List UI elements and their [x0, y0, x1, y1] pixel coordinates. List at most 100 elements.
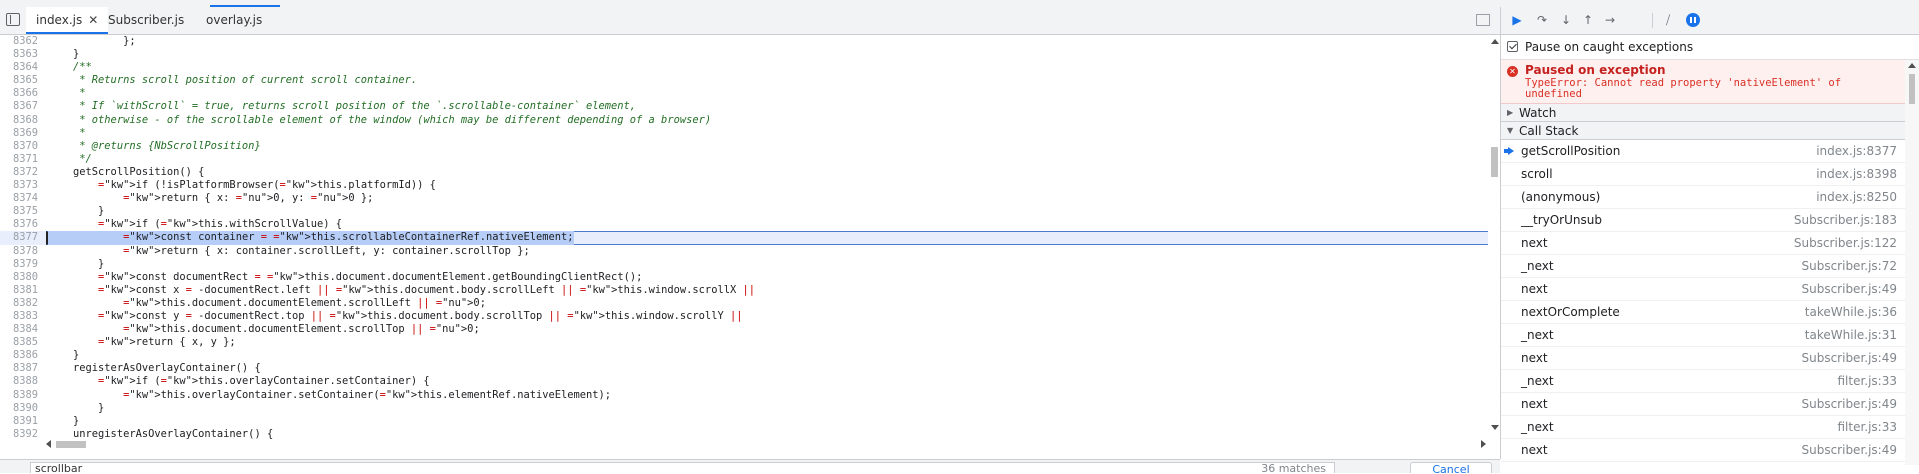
line-number[interactable]: 8373 [0, 179, 38, 192]
step-into-icon[interactable]: ↓ [1558, 12, 1574, 28]
code-line[interactable]: 8373 ="kw">if (!isPlatformBrowser(="kw">… [0, 179, 1488, 192]
code-line[interactable]: 8388 ="kw">if (="kw">this.overlayContain… [0, 375, 1488, 388]
toggle-debugger-icon[interactable] [1476, 14, 1490, 26]
code-line[interactable]: 8386 } [0, 349, 1488, 362]
line-number[interactable]: 8386 [0, 349, 38, 362]
code-line-paused[interactable]: 8377 ="kw">const container = ="kw">this.… [0, 231, 1488, 244]
code-line[interactable]: 8383 ="kw">const y = -documentRect.top |… [0, 310, 1488, 323]
call-frame[interactable]: nextSubscriber.js:49 [1501, 347, 1905, 370]
line-number[interactable]: 8384 [0, 323, 38, 336]
pause-on-caught-exceptions-row[interactable]: Pause on caught exceptions [1501, 35, 1919, 60]
call-frame[interactable]: __tryOrUnsubSubscriber.js:183 [1501, 209, 1905, 232]
scroll-left-icon[interactable] [46, 440, 51, 448]
line-number[interactable]: 8375 [0, 205, 38, 218]
line-number[interactable]: 8377 [0, 231, 38, 244]
line-number[interactable]: 8374 [0, 192, 38, 205]
line-number[interactable]: 8369 [0, 127, 38, 140]
line-number[interactable]: 8390 [0, 402, 38, 415]
code-line[interactable]: 8370 * @returns {NbScrollPosition} [0, 140, 1488, 153]
callstack-section-header[interactable]: ▼ Call Stack [1501, 122, 1905, 140]
call-frame[interactable]: (anonymous)index.js:8250 [1501, 186, 1905, 209]
editor-horizontal-scrollbar[interactable] [46, 438, 1486, 450]
code-line[interactable]: 8363 } [0, 48, 1488, 61]
deactivate-breakpoints-icon[interactable]: ⧸ [1660, 12, 1676, 28]
tab-overlay-js[interactable]: overlay.js [196, 7, 272, 34]
line-number[interactable]: 8370 [0, 140, 38, 153]
code-line[interactable]: 8367 * If `withScroll` = true, returns s… [0, 100, 1488, 113]
scrollbar-thumb[interactable] [1909, 74, 1915, 104]
call-frame[interactable]: nextSubscriber.js:49 [1501, 278, 1905, 301]
resume-icon[interactable]: ▶ [1509, 12, 1525, 28]
cancel-button[interactable]: Cancel [1410, 462, 1492, 473]
scroll-up-icon[interactable] [1908, 63, 1916, 68]
line-number[interactable]: 8379 [0, 258, 38, 271]
scroll-up-icon[interactable] [1491, 39, 1499, 44]
close-icon[interactable]: ✕ [88, 13, 98, 27]
call-frame[interactable]: nextOrCompletetakeWhile.js:36 [1501, 301, 1905, 324]
code-line[interactable]: 8376 ="kw">if (="kw">this.withScrollValu… [0, 218, 1488, 231]
line-number[interactable]: 8387 [0, 362, 38, 375]
code-line[interactable]: 8385 ="kw">return { x, y }; [0, 336, 1488, 349]
call-frame[interactable]: _nexttakeWhile.js:31 [1501, 324, 1905, 347]
code-line[interactable]: 8369 * [0, 127, 1488, 140]
code-line[interactable]: 8364 /** [0, 61, 1488, 74]
step-over-icon[interactable]: ↷ [1534, 12, 1550, 28]
code-editor[interactable]: 8362 };8363 }8364 /**8365 * Returns scro… [0, 35, 1488, 441]
code-line[interactable]: 8374 ="kw">return { x: ="nu">0, y: ="nu"… [0, 192, 1488, 205]
line-number[interactable]: 8378 [0, 245, 38, 258]
line-number[interactable]: 8365 [0, 74, 38, 87]
line-number[interactable]: 8367 [0, 100, 38, 113]
pause-on-exceptions-icon[interactable] [1686, 13, 1700, 27]
line-number[interactable]: 8383 [0, 310, 38, 323]
tab-index-js[interactable]: index.js✕ [26, 7, 108, 34]
code-line[interactable]: 8390 } [0, 402, 1488, 415]
code-line[interactable]: 8382 ="kw">this.document.documentElement… [0, 297, 1488, 310]
line-number[interactable]: 8388 [0, 375, 38, 388]
tab-subscriber-js[interactable]: Subscriber.js [98, 7, 194, 34]
line-number[interactable]: 8364 [0, 61, 38, 74]
code-line[interactable]: 8380 ="kw">const documentRect = ="kw">th… [0, 271, 1488, 284]
call-frame[interactable]: nextSubscriber.js:122 [1501, 232, 1905, 255]
editor-vertical-scrollbar[interactable] [1488, 35, 1500, 437]
line-number[interactable]: 8381 [0, 284, 38, 297]
code-line[interactable]: 8362 }; [0, 35, 1488, 48]
scroll-down-icon[interactable] [1491, 425, 1499, 430]
step-out-icon[interactable]: ↑ [1580, 12, 1596, 28]
line-number[interactable]: 8372 [0, 166, 38, 179]
code-line[interactable]: 8389 ="kw">this.overlayContainer.setCont… [0, 389, 1488, 402]
code-line[interactable]: 8372 getScrollPosition() { [0, 166, 1488, 179]
step-icon[interactable]: → [1602, 12, 1618, 28]
call-frame[interactable]: nextSubscriber.js:49 [1501, 393, 1905, 416]
code-line[interactable]: 8387 registerAsOverlayContainer() { [0, 362, 1488, 375]
scrollbar-thumb[interactable] [1491, 147, 1498, 177]
line-number[interactable]: 8362 [0, 35, 38, 48]
call-frame[interactable]: _nextSubscriber.js:72 [1501, 255, 1905, 278]
call-frame[interactable]: getScrollPositionindex.js:8377 [1501, 140, 1905, 163]
watch-section-header[interactable]: ▶ Watch [1501, 104, 1905, 122]
search-input[interactable]: scrollbar 36 matches [30, 462, 1335, 473]
line-number[interactable]: 8376 [0, 218, 38, 231]
code-line[interactable]: 8381 ="kw">const x = -documentRect.left … [0, 284, 1488, 297]
code-line[interactable]: 8371 */ [0, 153, 1488, 166]
line-number[interactable]: 8382 [0, 297, 38, 310]
debugger-scrollbar[interactable] [1905, 60, 1919, 465]
code-line[interactable]: 8378 ="kw">return { x: container.scrollL… [0, 245, 1488, 258]
line-number[interactable]: 8371 [0, 153, 38, 166]
line-number[interactable]: 8392 [0, 428, 38, 441]
line-number[interactable]: 8385 [0, 336, 38, 349]
pause-on-caught-checkbox[interactable] [1507, 41, 1518, 52]
code-line[interactable]: 8365 * Returns scroll position of curren… [0, 74, 1488, 87]
code-line[interactable]: 8366 * [0, 87, 1488, 100]
line-number[interactable]: 8368 [0, 114, 38, 127]
call-frame[interactable]: _nextfilter.js:33 [1501, 370, 1905, 393]
code-line[interactable]: 8384 ="kw">this.document.documentElement… [0, 323, 1488, 336]
line-number[interactable]: 8363 [0, 48, 38, 61]
call-frame[interactable]: _nextfilter.js:33 [1501, 416, 1905, 439]
code-line[interactable]: 8368 * otherwise - of the scrollable ele… [0, 114, 1488, 127]
line-number[interactable]: 8380 [0, 271, 38, 284]
scroll-right-icon[interactable] [1481, 440, 1486, 448]
scrollbar-thumb[interactable] [56, 441, 86, 448]
line-number[interactable]: 8391 [0, 415, 38, 428]
code-line[interactable]: 8379 } [0, 258, 1488, 271]
toggle-navigator-icon[interactable] [6, 13, 20, 26]
